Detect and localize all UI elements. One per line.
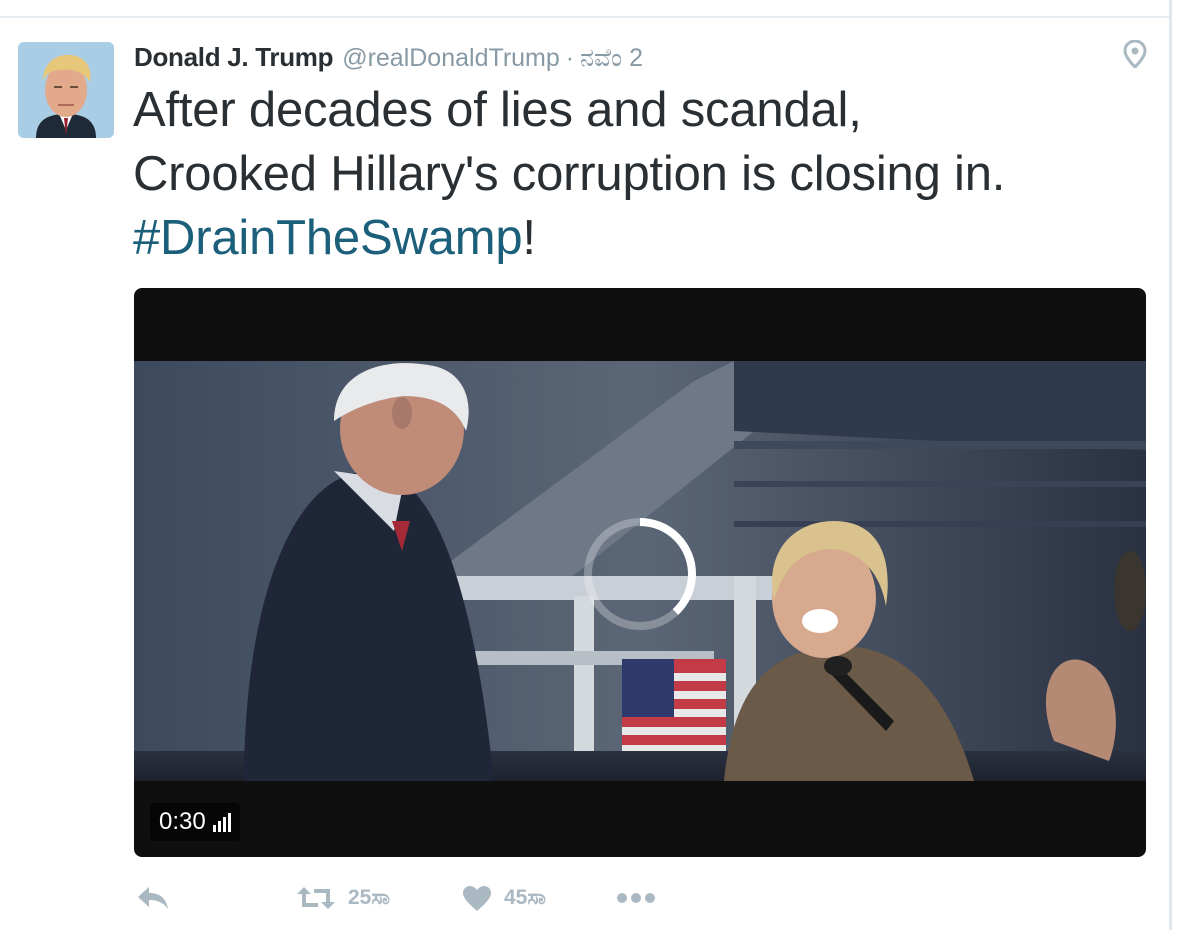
- header-separator: ·: [565, 44, 575, 72]
- tweet-actions: 25ಸಾ 45ಸಾ: [136, 878, 736, 918]
- more-button[interactable]: [616, 878, 656, 918]
- timeline-border: [1169, 0, 1172, 930]
- more-icon: [617, 893, 655, 903]
- retweet-button[interactable]: 25ಸಾ: [296, 878, 390, 918]
- video-duration: 0:30: [159, 808, 206, 835]
- loading-spinner[interactable]: [578, 512, 702, 636]
- author-name[interactable]: Donald J. Trump: [134, 42, 333, 73]
- tweet-timestamp[interactable]: ನವೆಂ 2: [580, 44, 643, 73]
- like-count: 45ಸಾ: [504, 886, 546, 909]
- retweet-count: 25ಸಾ: [348, 886, 390, 909]
- tweet-text-suffix: !: [522, 211, 536, 265]
- tweet-page: Donald J. Trump @realDonaldTrump · ನವೆಂ …: [0, 0, 1178, 930]
- reply-button[interactable]: [136, 878, 182, 918]
- like-button[interactable]: 45ಸಾ: [462, 878, 546, 918]
- video-duration-badge: 0:30: [150, 803, 240, 841]
- video-player[interactable]: 0:30: [134, 288, 1146, 857]
- tweet-text-line-1: After decades of lies and scandal,: [133, 83, 862, 137]
- location-pin-icon[interactable]: [1123, 39, 1147, 70]
- top-divider: [0, 16, 1169, 18]
- reply-icon: [138, 887, 168, 909]
- avatar-portrait: [18, 42, 114, 138]
- tweet-header: Donald J. Trump @realDonaldTrump · ನವೆಂ …: [134, 42, 643, 72]
- tweet-text-line-3: #DrainTheSwamp!: [133, 206, 1133, 270]
- hashtag-link[interactable]: #DrainTheSwamp: [133, 211, 523, 265]
- author-handle[interactable]: @realDonaldTrump: [342, 44, 560, 73]
- tweet-text: After decades of lies and scandal, Crook…: [133, 78, 1133, 270]
- retweet-icon: [297, 887, 335, 909]
- tweet-text-line-2: Crooked Hillary's corruption is closing …: [133, 147, 1006, 201]
- heart-icon: [463, 885, 491, 911]
- volume-bars-icon: [212, 812, 231, 832]
- avatar[interactable]: [18, 42, 114, 138]
